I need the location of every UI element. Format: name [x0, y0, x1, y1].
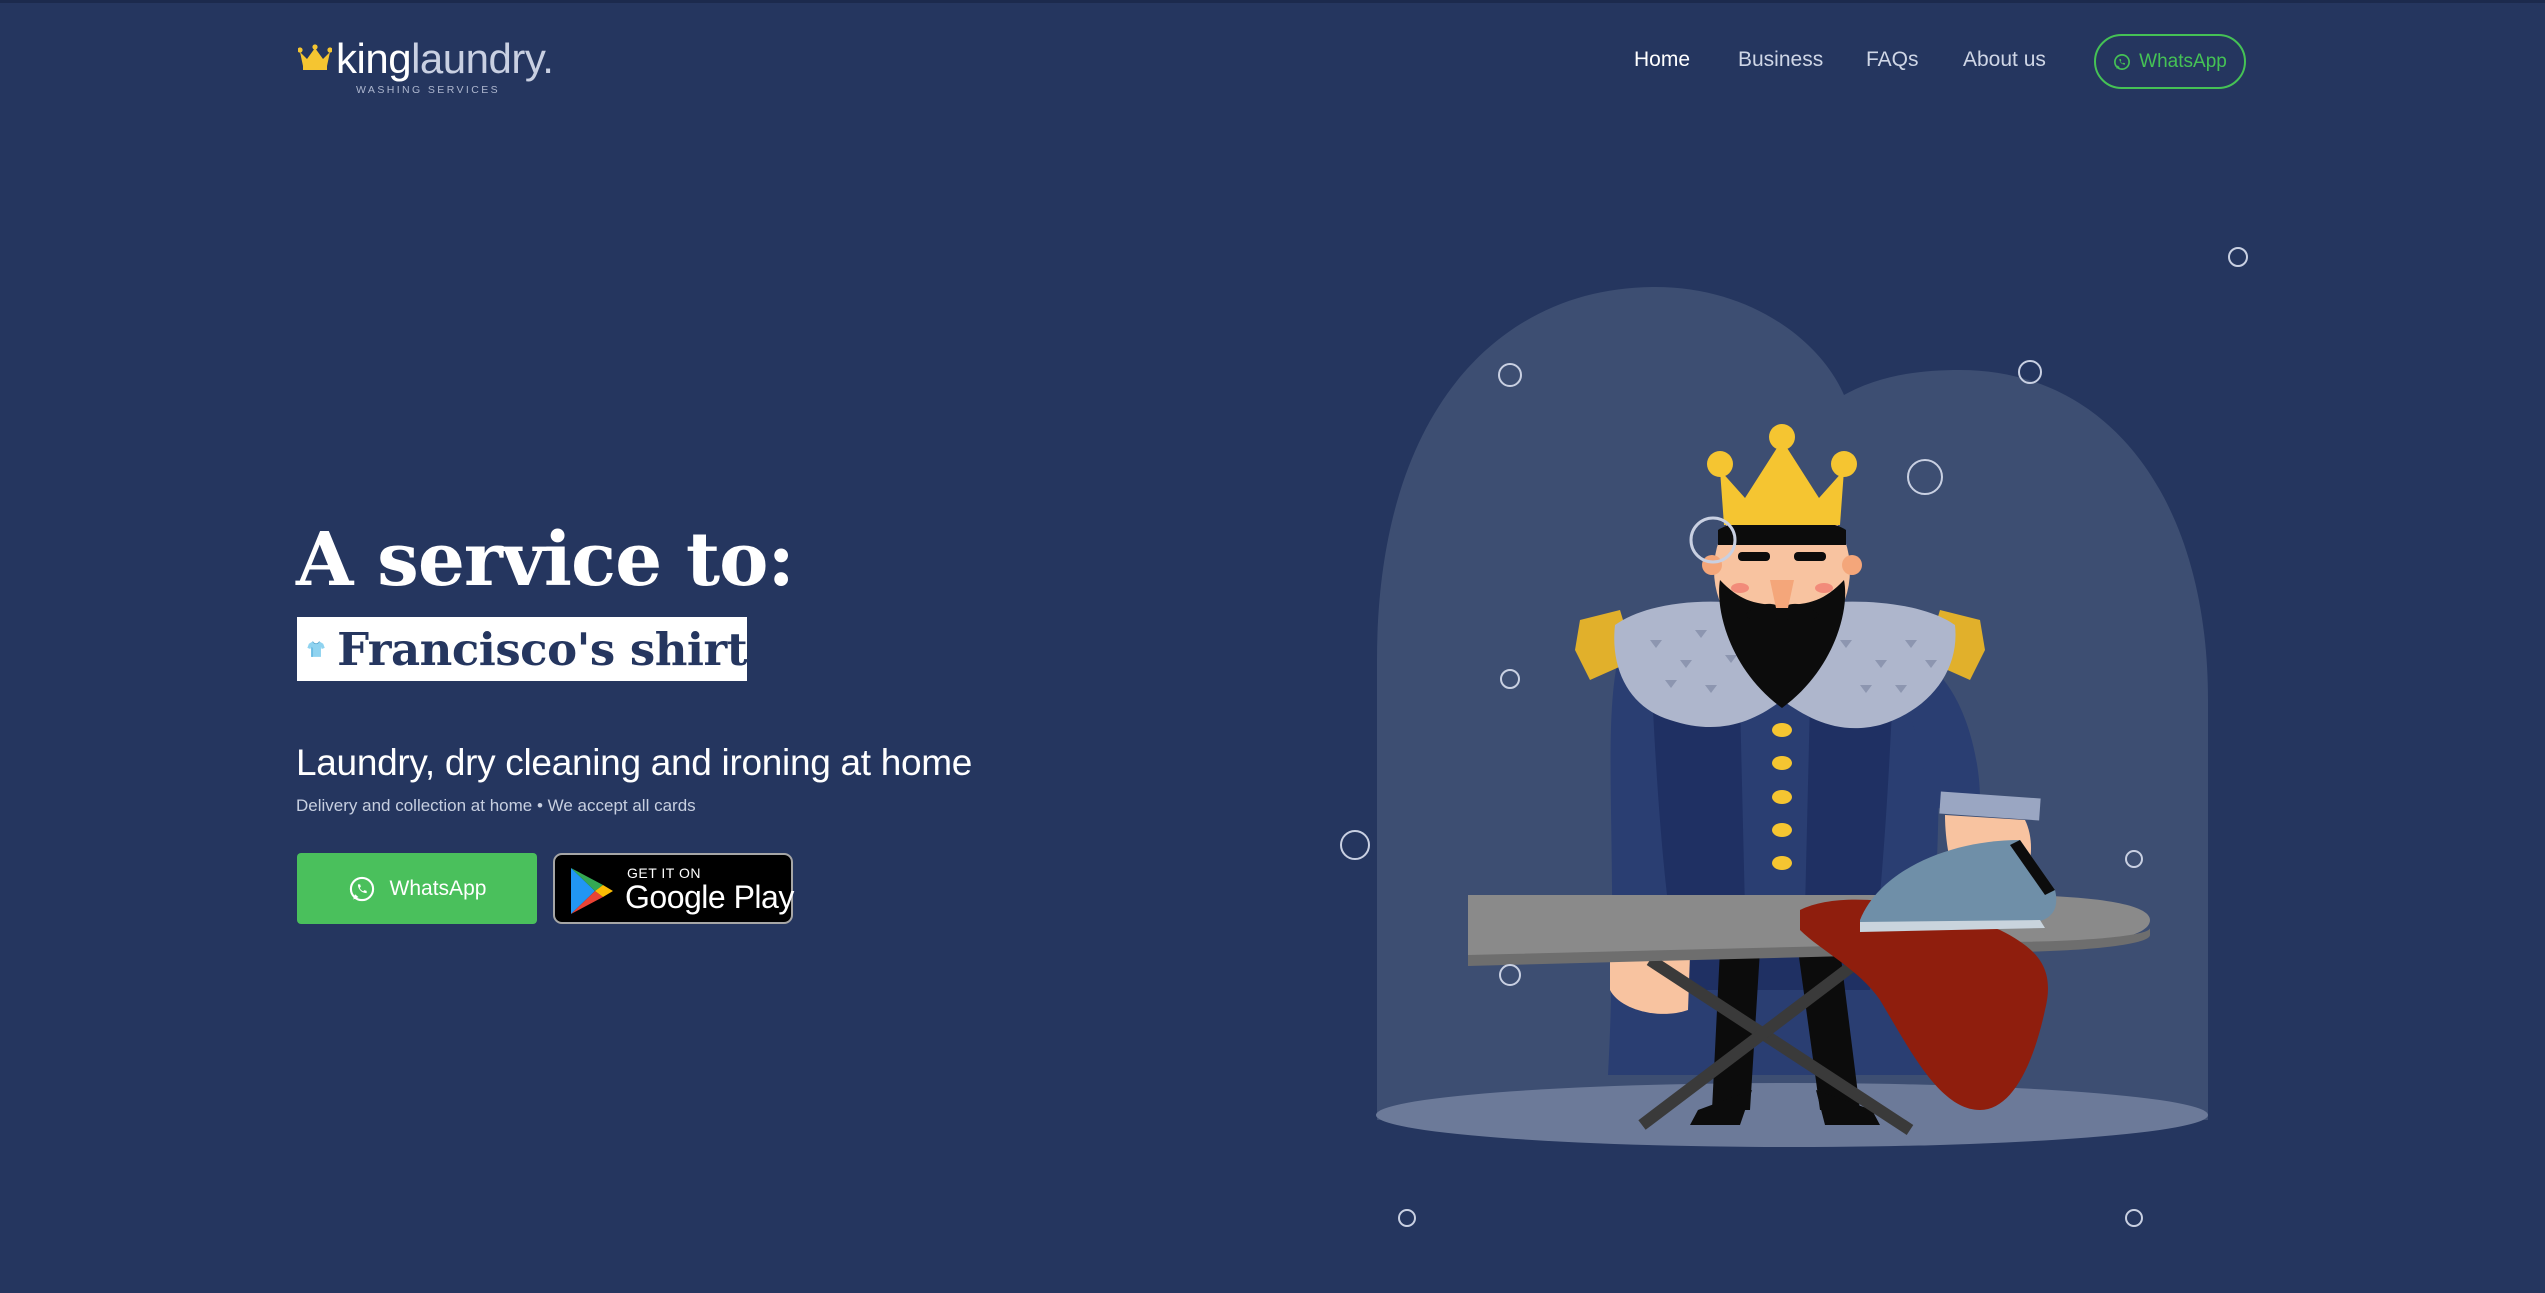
nav-about-us[interactable]: About us: [1963, 48, 2046, 72]
whatsapp-button-label: WhatsApp: [389, 876, 487, 900]
whatsapp-icon: [349, 876, 374, 901]
google-play-button[interactable]: GET IT ON Google Play: [553, 853, 794, 924]
logo[interactable]: kinglaundry. WASHING SERVICES: [298, 34, 558, 98]
header-whatsapp-button[interactable]: WhatsApp: [2094, 34, 2246, 89]
top-border: [0, 0, 2545, 3]
whatsapp-button[interactable]: WhatsApp: [297, 853, 537, 924]
hero-note: Delivery and collection at home • We acc…: [296, 796, 696, 815]
whatsapp-icon: [2114, 53, 2131, 70]
brand-name: kinglaundry.: [336, 35, 554, 82]
google-play-line2: Google Play: [625, 879, 794, 915]
google-play-icon: [571, 868, 613, 914]
nav-business[interactable]: Business: [1738, 48, 1823, 72]
illustration-floor: [1376, 1083, 2208, 1147]
crown-icon: [298, 44, 332, 70]
hero-title: A service to:: [296, 517, 795, 603]
t-shirt-icon: [307, 641, 325, 657]
rotating-service-text: Francisco's shirt: [337, 622, 747, 676]
king-ironing-illustration: [1340, 247, 2248, 1227]
brand-tagline: WASHING SERVICES: [356, 84, 501, 96]
rotating-service-item: Francisco's shirt: [297, 617, 747, 681]
header-whatsapp-label: WhatsApp: [2139, 50, 2227, 72]
nav-faqs[interactable]: FAQs: [1866, 48, 1919, 72]
nav-home[interactable]: Home: [1634, 48, 1690, 72]
hero-subtitle: Laundry, dry cleaning and ironing at hom…: [296, 742, 973, 783]
